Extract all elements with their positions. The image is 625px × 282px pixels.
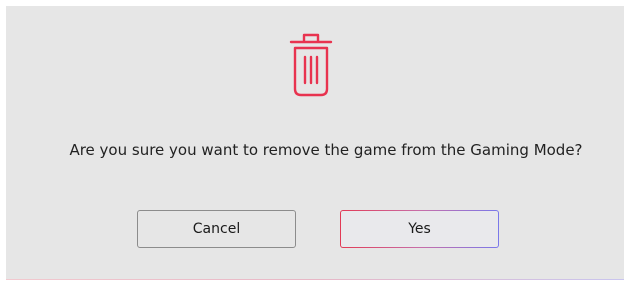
remove-game-dialog: Are you sure you want to remove the game… (6, 6, 624, 280)
confirmation-message: Are you sure you want to remove the game… (69, 141, 583, 159)
trash-icon (289, 33, 333, 97)
cancel-button-label: Cancel (192, 221, 241, 237)
cancel-button[interactable]: Cancel (137, 210, 296, 248)
yes-button-label: Yes (408, 221, 431, 237)
yes-button[interactable]: Yes (340, 210, 499, 248)
